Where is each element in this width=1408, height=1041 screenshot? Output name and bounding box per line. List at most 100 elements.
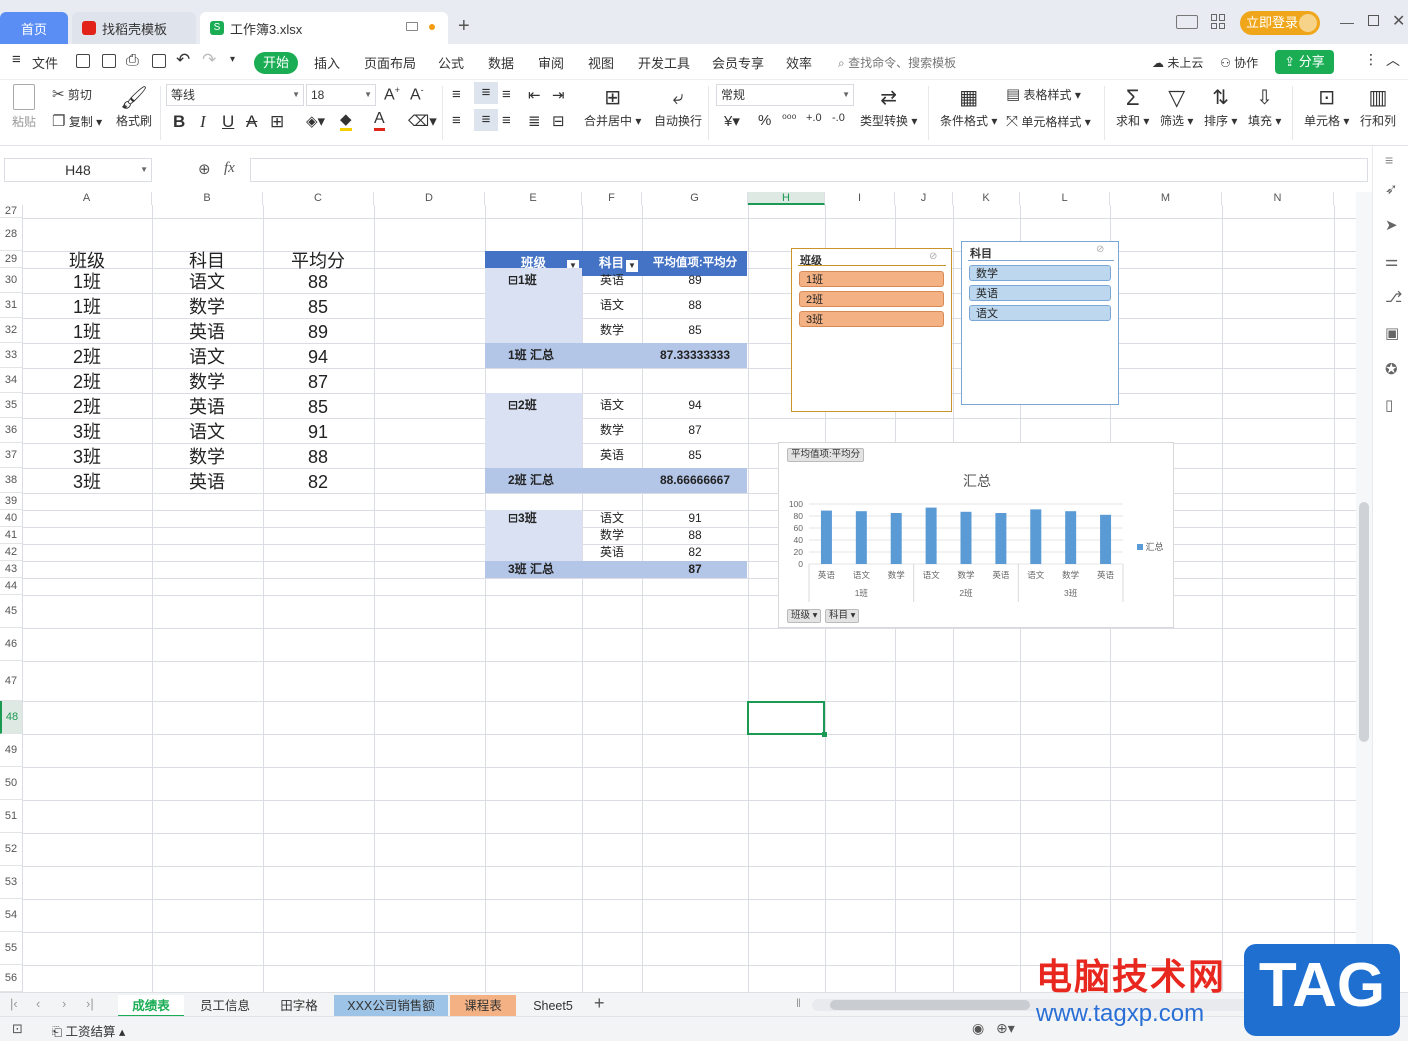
distributed-icon[interactable]: ⊟	[552, 112, 565, 130]
align-middle-icon[interactable]: ≡	[474, 82, 498, 104]
sheet-tab[interactable]: 课程表	[450, 995, 516, 1017]
slicer-item[interactable]: 数学	[969, 265, 1111, 281]
row-header[interactable]: 28	[0, 218, 22, 251]
table-cell[interactable]: 1班	[32, 294, 142, 319]
pivot-subject-cell[interactable]: 语文	[582, 393, 642, 418]
pivot-subject-cell[interactable]: 英语	[582, 544, 642, 561]
table-cell[interactable]: 2班	[32, 369, 142, 394]
search-command[interactable]: ⌕ 查找命令、搜索模板	[838, 54, 956, 71]
column-header[interactable]: I	[825, 192, 895, 205]
row-header[interactable]: 43	[0, 561, 22, 578]
filter-button[interactable]: ▽ 筛选 ▾	[1160, 84, 1193, 129]
row-header[interactable]: 41	[0, 527, 22, 544]
currency-icon[interactable]: ¥▾	[724, 112, 740, 130]
tab-splitter[interactable]: ‖	[796, 996, 801, 1010]
slicer-subject[interactable]: 科目 ⊘ 数学 英语 语文	[961, 241, 1119, 405]
percent-icon[interactable]: %	[758, 112, 771, 129]
pivot-chart[interactable]: 平均值项:平均分 汇总 0 20 40 60 80 100 英语 语文 数学 语文 数学 英语 语文 数学…	[778, 442, 1174, 628]
copy-button[interactable]: ❐ 复制 ▾	[52, 113, 102, 130]
column-header[interactable]: G	[642, 192, 748, 205]
book-icon[interactable]: ▯	[1385, 396, 1393, 414]
more-options-icon[interactable]: ⋮	[1364, 51, 1378, 68]
align-right-icon[interactable]: ≡	[502, 112, 511, 129]
slicer-item[interactable]: 3班	[799, 311, 944, 327]
export-pdf-icon[interactable]	[102, 54, 116, 68]
menu-member[interactable]: 会员专享	[712, 53, 764, 72]
add-sheet-button[interactable]: +	[594, 993, 605, 1014]
column-header[interactable]: K	[953, 192, 1020, 205]
pivot-subject-cell[interactable]: 数学	[582, 527, 642, 544]
share-button[interactable]: ⇪ 分享	[1275, 50, 1334, 74]
menu-insert[interactable]: 插入	[314, 53, 340, 72]
row-header[interactable]: 50	[0, 767, 22, 800]
font-name-select[interactable]: 等线 ▼	[166, 84, 304, 106]
table-cell[interactable]: 数学	[152, 294, 262, 319]
row-header[interactable]: 42	[0, 544, 22, 561]
slicer-item[interactable]: 2班	[799, 291, 944, 307]
format-painter-button[interactable]: 🖌 格式刷	[116, 84, 152, 129]
table-cell[interactable]: 英语	[152, 394, 262, 419]
paste-button[interactable]: 粘贴	[8, 84, 40, 130]
pivot-subject-cell[interactable]: 数学	[582, 418, 642, 443]
maximize-button[interactable]	[1368, 15, 1379, 26]
row-header[interactable]: 38	[0, 468, 22, 493]
table-cell[interactable]: 89	[263, 319, 373, 344]
column-header[interactable]: D	[374, 192, 485, 205]
table-cell[interactable]: 1班	[32, 319, 142, 344]
table-cell[interactable]: 英语	[152, 319, 262, 344]
pivot-total-value[interactable]: 87.33333333	[642, 343, 748, 368]
pivot-total-label[interactable]: 3班 汇总	[508, 561, 588, 578]
clear-filter-icon[interactable]: ⊘	[1096, 244, 1104, 255]
row-header[interactable]: 53	[0, 866, 22, 899]
menu-page-layout[interactable]: 页面布局	[364, 53, 416, 72]
quick-access-dropdown-icon[interactable]: ▾	[230, 54, 235, 65]
save-icon[interactable]	[76, 54, 90, 68]
new-tab-button[interactable]: +	[458, 14, 470, 38]
table-cell[interactable]: 87	[263, 369, 373, 394]
column-header[interactable]: B	[152, 192, 263, 205]
collapse-ribbon-icon[interactable]: ︿	[1386, 50, 1400, 70]
pivot-subject-cell[interactable]: 语文	[582, 293, 642, 318]
row-header[interactable]: 49	[0, 734, 22, 767]
pivot-subject-cell[interactable]: 语文	[582, 510, 642, 527]
tab-template[interactable]: 找稻壳模板	[72, 12, 196, 44]
last-sheet-icon[interactable]: ›|	[86, 996, 94, 1011]
indent-increase-icon[interactable]: ⇥	[552, 86, 565, 104]
pivot-value-cell[interactable]: 85	[642, 443, 748, 468]
hamburger-icon[interactable]: ≡	[12, 51, 21, 68]
justify-icon[interactable]: ≣	[528, 112, 541, 130]
row-col-button[interactable]: ▥ 行和列	[1360, 84, 1396, 129]
cell-style-button[interactable]: ⤧ 单元格样式 ▾	[1006, 113, 1091, 130]
row-header[interactable]: 54	[0, 899, 22, 932]
menu-start[interactable]: 开始	[254, 52, 298, 74]
collaborate-button[interactable]: ⚇ 协作	[1220, 54, 1258, 71]
compass-icon[interactable]: ✪	[1385, 360, 1398, 378]
sort-button[interactable]: ⇅ 排序 ▾	[1204, 84, 1237, 129]
print-preview-icon[interactable]	[152, 54, 166, 68]
fill-color-icon[interactable]: ◆	[340, 110, 352, 131]
pivot-subject-cell[interactable]: 数学	[582, 318, 642, 343]
chart-field-button[interactable]: 平均值项:平均分	[787, 448, 865, 462]
cell-button[interactable]: ⊡ 单元格 ▾	[1304, 84, 1349, 129]
pivot-total-label[interactable]: 2班 汇总	[508, 468, 588, 493]
sheet-tab[interactable]: XXX公司销售额	[334, 995, 448, 1017]
cut-button[interactable]: ✂ 剪切	[52, 86, 92, 103]
bold-icon[interactable]: B	[173, 112, 185, 132]
pivot-total-label[interactable]: 1班 汇总	[508, 343, 588, 368]
pivot-group-label[interactable]: ⊟2班	[508, 393, 578, 418]
menu-review[interactable]: 审阅	[538, 53, 564, 72]
pivot-value-cell[interactable]: 82	[642, 544, 748, 561]
thousands-icon[interactable]: ⁰⁰⁰	[782, 112, 796, 126]
name-box[interactable]: H48 ▼	[4, 158, 152, 182]
prev-sheet-icon[interactable]: ‹	[36, 996, 40, 1011]
table-cell[interactable]: 85	[263, 294, 373, 319]
table-cell[interactable]: 语文	[152, 269, 262, 294]
column-header[interactable]: M	[1110, 192, 1222, 205]
table-cell[interactable]: 3班	[32, 419, 142, 444]
font-color-icon[interactable]: A	[374, 110, 385, 131]
menu-data[interactable]: 数据	[488, 53, 514, 72]
row-header[interactable]: 33	[0, 343, 22, 368]
sheet-tab[interactable]: 田字格	[266, 995, 332, 1017]
row-header[interactable]: 52	[0, 833, 22, 866]
row-header[interactable]: 45	[0, 595, 22, 628]
